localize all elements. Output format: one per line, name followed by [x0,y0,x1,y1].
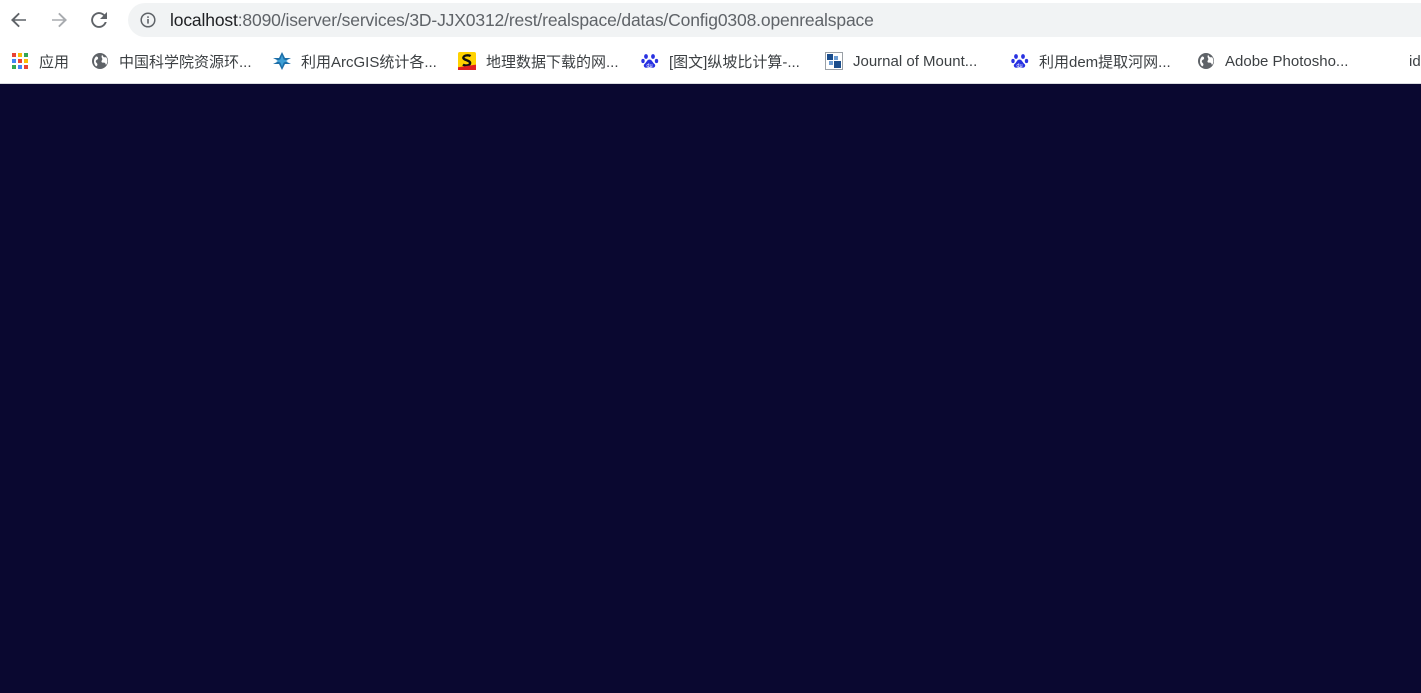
page-viewport[interactable] [0,84,1421,693]
bookmarks-bar: 应用 中国科学院资源环... 利用ArcGIS统计各... 地理数据下载的网..… [0,40,1421,84]
baidu-paw-icon: du [1011,52,1029,70]
bookmark-label: 地理数据下载的网... [486,53,619,71]
bookmark-label: Journal of Mount... [853,52,978,70]
back-button[interactable] [5,6,33,34]
bookmark-adobe-photoshop[interactable]: Adobe Photosho... [1197,50,1348,72]
bookmark-label: 应用 [39,53,70,71]
bookmark-arcgis-stats[interactable]: 利用ArcGIS统计各... [273,50,437,72]
reload-icon [91,12,107,28]
svg-text:du: du [646,63,652,69]
bookmark-label: id [1409,52,1421,70]
globe-icon [91,52,109,70]
address-bar[interactable]: localhost:8090/iserver/services/3D-JJX03… [128,3,1421,37]
s-logo-icon [458,52,476,70]
journal-icon [825,52,843,70]
bookmark-slope-ratio[interactable]: du [图文]纵坡比计算-... [641,50,800,72]
url-host: localhost [170,10,238,30]
forward-button[interactable] [45,6,73,34]
arrow-left-icon [11,12,26,28]
url-text[interactable]: localhost:8090/iserver/services/3D-JJX03… [170,3,874,37]
apps-grid-icon [11,52,29,70]
bookmark-dem-river-network[interactable]: du 利用dem提取河网... [1011,50,1171,72]
bookmark-label: 利用dem提取河网... [1039,53,1171,71]
baidu-paw-icon: du [641,52,659,70]
globe-icon [1197,52,1215,70]
bookmark-label: Adobe Photosho... [1225,52,1349,70]
bookmark-journal-of-mountain[interactable]: Journal of Mount... [825,50,977,72]
bookmark-apps[interactable]: 应用 [11,50,69,72]
reload-button[interactable] [85,6,113,34]
bookmark-geo-data-download[interactable]: 地理数据下载的网... [458,50,619,72]
arcgis-icon [273,52,291,70]
bookmark-cas-resource[interactable]: 中国科学院资源环... [91,50,252,72]
svg-text:du: du [1016,63,1022,69]
info-circle-icon[interactable] [140,12,156,28]
arrow-right-icon [52,12,67,28]
browser-toolbar: localhost:8090/iserver/services/3D-JJX03… [0,0,1421,40]
bookmark-label: [图文]纵坡比计算-... [669,53,800,71]
bookmark-label: 利用ArcGIS统计各... [301,53,437,71]
url-path: :8090/iserver/services/3D-JJX0312/rest/r… [237,10,874,30]
bookmark-label: 中国科学院资源环... [119,53,252,71]
bookmark-overflow-partial[interactable]: id [1409,50,1421,72]
